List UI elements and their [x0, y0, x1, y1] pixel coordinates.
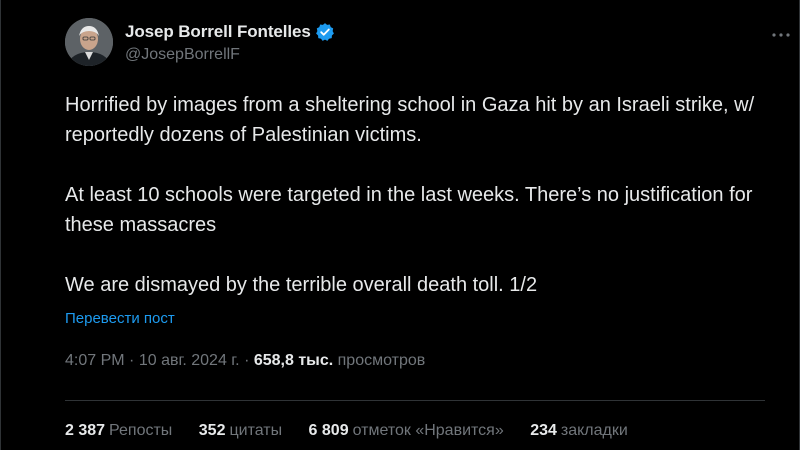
author-block: Josep Borrell Fontelles @JosepBorrellF: [125, 21, 335, 64]
stat-bookmarks[interactable]: 234 закладки: [530, 422, 628, 439]
stat-count: 234: [530, 422, 557, 439]
stat-label: цитаты: [229, 422, 283, 439]
divider: [65, 400, 765, 401]
stat-label: отметок «Нравится»: [352, 422, 504, 439]
stat-label: закладки: [560, 422, 628, 439]
tweet-date[interactable]: 10 авг. 2024 г.: [139, 352, 240, 369]
verified-badge-icon: [315, 22, 335, 42]
stat-likes[interactable]: 6 809 отметок «Нравится»: [309, 422, 504, 439]
author-name-row: Josep Borrell Fontelles: [125, 21, 335, 43]
meta-separator: ·: [129, 352, 139, 369]
stat-reposts[interactable]: 2 387 Репосты: [65, 422, 172, 439]
author-display-name[interactable]: Josep Borrell Fontelles: [125, 22, 311, 42]
more-options-icon[interactable]: [770, 24, 792, 46]
tweet-text: Horrified by images from a sheltering sc…: [65, 90, 765, 300]
translate-post-link[interactable]: Перевести пост: [65, 310, 175, 327]
tweet-meta: 4:07 PM · 10 авг. 2024 г. · 658,8 тыс. п…: [65, 352, 425, 370]
tweet-paragraph: Horrified by images from a sheltering sc…: [65, 94, 755, 146]
stat-count: 6 809: [308, 422, 349, 439]
tweet-time[interactable]: 4:07 PM: [65, 352, 125, 369]
tweet-paragraph: We are dismayed by the terrible overall …: [65, 274, 538, 296]
stat-count: 2 387: [65, 422, 106, 439]
tweet-paragraph: At least 10 schools were targeted in the…: [65, 184, 753, 236]
author-avatar[interactable]: [65, 18, 113, 66]
meta-separator: ·: [244, 352, 254, 369]
views-count: 658,8 тыс.: [253, 352, 334, 369]
tweet-detail-card: Josep Borrell Fontelles @JosepBorrellF H…: [0, 0, 800, 450]
views-label: просмотров: [337, 352, 426, 369]
engagement-stats: 2 387 Репосты 352 цитаты 6 809 отметок «Нра…: [65, 422, 650, 440]
tweet-header: Josep Borrell Fontelles @JosepBorrellF: [65, 18, 765, 74]
stat-count: 352: [198, 422, 226, 439]
author-handle[interactable]: @JosepBorrellF: [125, 46, 335, 64]
stat-quotes[interactable]: 352 цитаты: [199, 422, 282, 439]
stat-label: Репосты: [109, 422, 173, 439]
